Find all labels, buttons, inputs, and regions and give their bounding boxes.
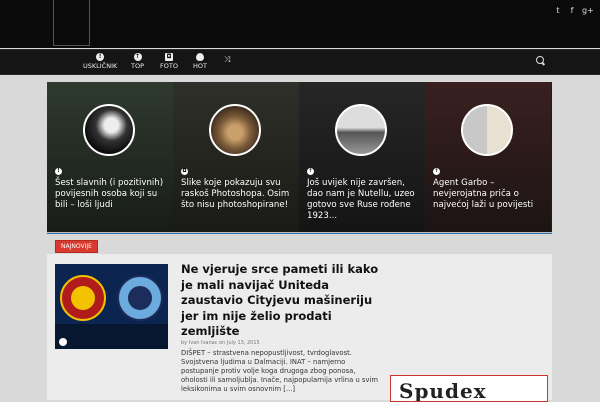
flame-icon	[195, 53, 204, 61]
section-badge[interactable]: NAJNOVIJE	[55, 240, 98, 253]
football-crests-image	[55, 264, 168, 349]
promo-text: Spudex	[399, 379, 487, 402]
photo-image	[335, 104, 387, 156]
shuffle-icon[interactable]: ⤨	[224, 55, 230, 65]
featured-slider: ! Šest slavnih (i pozitivnih) povijesnih…	[47, 82, 552, 234]
article-meta: by Ivan Ivanac on July 13, 2015	[181, 340, 260, 346]
slide-3[interactable]: ↑ Još uvijek nije završen, dao nam je Nu…	[299, 82, 425, 232]
top-bar: t f g+	[0, 0, 600, 48]
article-title[interactable]: Ne vjeruje srce pameti ili kako je mali …	[181, 262, 381, 340]
football-icon	[59, 338, 67, 346]
featured-thumbnail[interactable]	[55, 264, 168, 349]
site-logo[interactable]	[53, 0, 90, 46]
promo-banner[interactable]: Spudex	[390, 375, 548, 402]
nav-label: USKLIČNIK	[83, 62, 118, 70]
arrow-up-icon: ↑	[307, 168, 314, 175]
slide-caption[interactable]: Šest slavnih (i pozitivnih) povijesnih o…	[55, 178, 167, 211]
slide-caption[interactable]: Još uvijek nije završen, dao nam je Nute…	[307, 178, 419, 222]
twitter-icon[interactable]: t	[554, 6, 562, 15]
portrait-image	[461, 104, 513, 156]
divider	[47, 232, 552, 233]
slide-2[interactable]: ◘ Slike koje pokazuju svu raskoš Photosh…	[173, 82, 299, 232]
slide-4[interactable]: ↑ Agent Garbo – nevjerojatna priča o naj…	[425, 82, 551, 232]
slide-1[interactable]: ! Šest slavnih (i pozitivnih) povijesnih…	[47, 82, 173, 232]
camera-icon: ◘	[164, 53, 173, 61]
nav-item-foto[interactable]: ◘ FOTO	[160, 53, 178, 70]
nav-item-usklicnik[interactable]: ! USKLIČNIK	[83, 53, 117, 70]
search-icon[interactable]	[536, 56, 544, 64]
nav-item-top[interactable]: ↑ TOP	[131, 53, 144, 70]
main-nav: ! USKLIČNIK ↑ TOP ◘ FOTO HOT	[0, 49, 600, 75]
arrow-up-icon: ↑	[433, 168, 440, 175]
slide-caption[interactable]: Agent Garbo – nevjerojatna priča o najve…	[433, 178, 545, 211]
google-plus-icon[interactable]: g+	[582, 6, 594, 15]
photo-image	[209, 104, 261, 156]
camera-icon: ◘	[181, 168, 188, 175]
slide-caption[interactable]: Slike koje pokazuju svu raskoš Photoshop…	[181, 178, 293, 211]
info-icon: !	[55, 168, 62, 175]
exclamation-icon: !	[96, 53, 105, 61]
nav-label: TOP	[131, 62, 145, 70]
nav-item-hot[interactable]: HOT	[193, 53, 207, 70]
social-links: t f g+	[554, 6, 594, 15]
nav-label: FOTO	[160, 62, 178, 70]
article-excerpt: DIŠPET – strastvena nepopustljivost, tvr…	[181, 349, 378, 393]
nav-label: HOT	[193, 62, 207, 70]
arrow-up-icon: ↑	[133, 53, 142, 61]
portrait-image	[83, 104, 135, 156]
facebook-icon[interactable]: f	[568, 6, 576, 15]
